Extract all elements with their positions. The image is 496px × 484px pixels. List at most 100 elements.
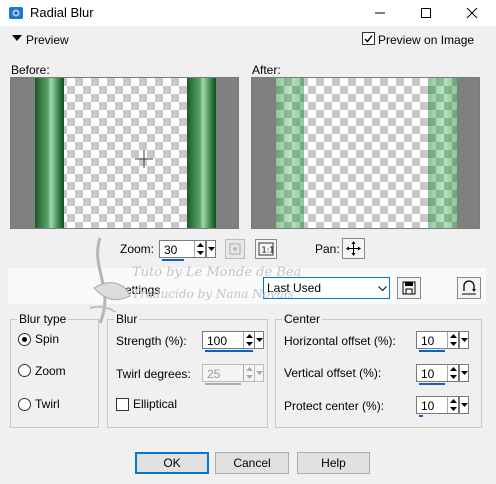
green-strip-left — [35, 78, 64, 228]
vertical-offset-dropdown-button[interactable] — [459, 364, 469, 382]
chevron-down-icon — [460, 338, 468, 342]
window-title: Radial Blur — [30, 5, 94, 20]
crosshair-icon[interactable] — [135, 150, 153, 168]
spin-down-icon[interactable] — [448, 405, 458, 413]
zoom-value[interactable]: 30 — [164, 243, 177, 257]
horizontal-offset-value[interactable]: 10 — [421, 334, 434, 348]
fit-icon — [229, 243, 241, 255]
elliptical-checkbox[interactable] — [116, 398, 129, 411]
twirl-radio[interactable] — [18, 398, 31, 411]
chevron-down-icon[interactable] — [375, 278, 389, 298]
spin-arrows[interactable] — [447, 332, 458, 348]
zoom-bar — [162, 259, 184, 261]
maximize-icon — [421, 8, 431, 18]
strength-label: Strength (%): — [116, 334, 187, 348]
horizontal-offset-label: Horizontal offset (%): — [284, 334, 396, 348]
chevron-down-icon — [255, 338, 263, 342]
zoom-radio-label[interactable]: Zoom — [35, 364, 66, 378]
horizontal-offset-dropdown-button[interactable] — [459, 331, 469, 349]
spin-down-icon[interactable] — [448, 373, 458, 381]
cancel-button[interactable]: Cancel — [215, 452, 289, 474]
actual-size-button[interactable]: 1:1 — [255, 239, 277, 259]
vertical-offset-bar — [419, 383, 445, 385]
after-preview-pane — [251, 77, 480, 229]
chevron-down-icon — [255, 371, 263, 375]
twirl-radio-label[interactable]: Twirl — [35, 397, 60, 411]
save-preset-button[interactable] — [397, 277, 421, 299]
spin-down-icon[interactable] — [195, 249, 205, 257]
spin-up-icon[interactable] — [244, 332, 254, 340]
before-label: Before: — [11, 63, 50, 77]
maximize-button[interactable] — [403, 0, 449, 26]
strength-stepper[interactable]: 100 — [202, 331, 255, 352]
minimize-icon — [375, 12, 385, 14]
strength-value[interactable]: 100 — [207, 334, 227, 348]
horizontal-offset-stepper[interactable]: 10 — [416, 331, 459, 352]
spin-arrows[interactable] — [243, 332, 254, 348]
twirl-degrees-stepper: 25 — [202, 364, 255, 385]
preview-on-image-label[interactable]: Preview on Image — [378, 33, 474, 47]
chevron-down-icon — [460, 403, 468, 407]
spin-arrows[interactable] — [447, 397, 458, 413]
spin-arrows[interactable] — [194, 241, 205, 257]
strength-dropdown-button[interactable] — [254, 331, 264, 349]
app-icon — [8, 5, 24, 21]
minimize-button[interactable] — [357, 0, 403, 26]
strength-bar — [205, 350, 253, 352]
vertical-offset-value[interactable]: 10 — [421, 367, 434, 381]
spin-radio[interactable] — [18, 333, 31, 346]
spin-down-icon[interactable] — [244, 340, 254, 348]
preview-toggle-label[interactable]: Preview — [26, 33, 69, 47]
svg-text:1:1: 1:1 — [262, 246, 275, 255]
twirl-degrees-value: 25 — [207, 367, 221, 381]
close-button[interactable] — [449, 0, 495, 26]
spin-up-icon[interactable] — [448, 365, 458, 373]
before-preview-pane[interactable] — [10, 77, 239, 229]
settings-preset-select[interactable]: Last Used — [263, 277, 390, 299]
twirl-bar — [205, 383, 241, 385]
after-label: After: — [252, 63, 281, 77]
reset-defaults-button[interactable] — [457, 277, 481, 299]
ok-button[interactable]: OK — [135, 452, 209, 474]
protect-center-dropdown-button[interactable] — [459, 396, 469, 414]
twirl-dropdown-button — [254, 364, 264, 382]
vertical-offset-stepper[interactable]: 10 — [416, 364, 459, 385]
zoom-dropdown-button[interactable] — [206, 240, 216, 258]
blur-title: Blur — [114, 312, 140, 326]
radio-selected-dot — [22, 337, 27, 342]
spin-up-icon[interactable] — [448, 397, 458, 405]
spin-down-icon[interactable] — [448, 340, 458, 348]
pan-button[interactable] — [342, 238, 365, 259]
blurred-strip-left — [276, 78, 304, 228]
zoom-label: Zoom: — [120, 242, 155, 256]
protect-center-stepper[interactable]: 10 — [416, 396, 459, 417]
spin-up-icon[interactable] — [448, 332, 458, 340]
center-title: Center — [282, 312, 323, 326]
protect-center-label: Protect center (%): — [284, 399, 385, 413]
twirl-degrees-label: Twirl degrees: — [116, 367, 191, 381]
protect-center-bar — [419, 415, 423, 417]
preview-on-image-checkbox[interactable] — [362, 32, 375, 45]
settings-selected-value[interactable]: Last Used — [267, 281, 321, 295]
horizontal-offset-bar — [419, 350, 445, 352]
zoom-fit-button[interactable] — [225, 239, 245, 259]
green-strip-right — [187, 78, 216, 228]
spin-arrows[interactable] — [447, 365, 458, 381]
elliptical-label[interactable]: Elliptical — [133, 397, 177, 411]
zoom-radio[interactable] — [18, 364, 31, 377]
spin-radio-label[interactable]: Spin — [35, 332, 59, 346]
help-button[interactable]: Help — [297, 452, 370, 474]
reset-arrow-icon — [462, 280, 476, 295]
close-icon — [466, 7, 478, 19]
protect-center-value[interactable]: 10 — [421, 399, 434, 413]
blur-type-title: Blur type — [17, 312, 69, 326]
blurred-strip-right — [428, 78, 457, 228]
zoom-stepper[interactable]: 30 — [159, 240, 206, 261]
spin-up-icon[interactable] — [195, 241, 205, 249]
collapse-arrow-icon[interactable] — [12, 35, 22, 41]
spin-up-icon — [244, 365, 254, 373]
spin-down-icon — [244, 373, 254, 381]
checkmark-icon — [364, 35, 373, 43]
pan-label: Pan: — [315, 242, 340, 256]
chevron-down-icon — [207, 247, 215, 251]
